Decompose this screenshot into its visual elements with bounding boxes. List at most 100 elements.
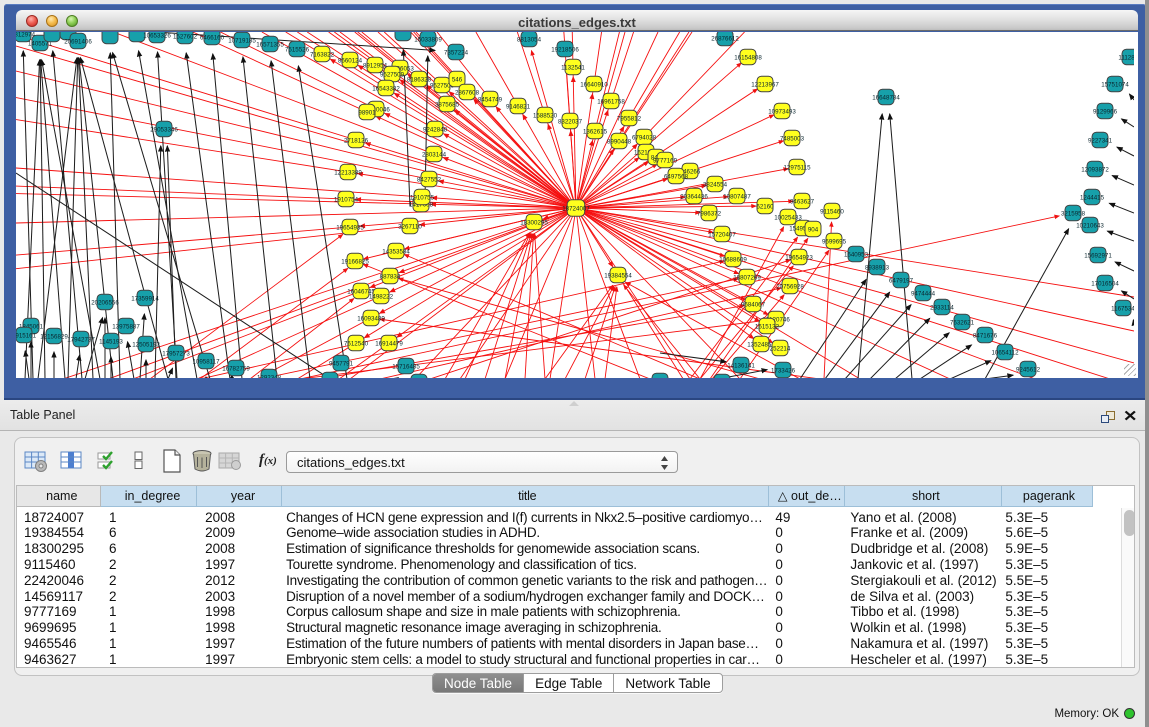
svg-text:98901: 98901 [358, 109, 376, 116]
svg-text:1498222: 1498222 [369, 293, 394, 300]
svg-text:6497568: 6497568 [664, 173, 689, 180]
svg-text:20364436: 20364436 [680, 193, 708, 200]
svg-text:6794028: 6794028 [632, 134, 657, 141]
svg-text:3215958: 3215958 [1061, 210, 1086, 217]
svg-text:7632621: 7632621 [950, 319, 975, 326]
svg-text:20206556: 20206556 [91, 299, 119, 306]
svg-text:17016504: 17016504 [1091, 280, 1119, 287]
svg-text:9129966: 9129966 [1093, 108, 1118, 115]
svg-text:2718126: 2718126 [344, 137, 369, 144]
svg-text:8813054: 8813054 [517, 36, 542, 43]
svg-text:9227341: 9227341 [1088, 137, 1113, 144]
svg-text:887834: 887834 [380, 273, 401, 280]
svg-text:19218506: 19218506 [551, 46, 579, 53]
svg-text:3267110: 3267110 [398, 223, 422, 230]
svg-text:14353584: 14353584 [382, 248, 410, 255]
svg-text:9146821: 9146821 [506, 103, 531, 110]
svg-text:7612540: 7612540 [344, 340, 369, 347]
svg-text:20691406: 20691406 [64, 38, 92, 45]
svg-text:2803144: 2803144 [422, 151, 447, 158]
svg-text:10973493: 10973493 [768, 108, 796, 115]
svg-text:17942737: 17942737 [67, 336, 95, 343]
svg-text:26876612: 26876612 [711, 35, 739, 42]
svg-text:9474444: 9474444 [911, 290, 936, 297]
svg-text:9777169: 9777169 [653, 157, 678, 164]
svg-text:16543382: 16543382 [372, 85, 400, 92]
svg-text:1362615: 1362615 [583, 128, 608, 135]
svg-text:7357224: 7357224 [444, 49, 469, 56]
svg-text:9457791: 9457791 [329, 360, 354, 367]
svg-text:20756928: 20756928 [776, 283, 804, 290]
svg-text:1527602: 1527602 [173, 33, 198, 40]
svg-text:10653326: 10653326 [143, 32, 171, 39]
svg-text:1112854: 1112854 [1118, 54, 1134, 61]
svg-text:904: 904 [808, 226, 819, 233]
svg-text:12505193: 12505193 [132, 341, 160, 348]
svg-text:8471676: 8471676 [973, 332, 998, 339]
svg-text:29053346: 29053346 [150, 126, 178, 133]
svg-text:17359914: 17359914 [131, 295, 159, 302]
svg-text:19654923: 19654923 [785, 254, 813, 261]
svg-text:10958117: 10958117 [192, 358, 220, 365]
svg-text:10654112: 10654112 [991, 349, 1019, 356]
svg-text:18300295: 18300295 [520, 219, 548, 226]
svg-text:15716485: 15716485 [392, 363, 420, 370]
svg-text:7986372: 7986372 [697, 210, 722, 217]
svg-text:10210643: 10210643 [1076, 222, 1104, 229]
svg-text:1615132: 1615132 [755, 323, 780, 330]
svg-text:1910755: 1910755 [410, 194, 435, 201]
svg-text:17957273: 17957273 [162, 350, 190, 357]
svg-text:12156829: 12156829 [40, 333, 68, 340]
svg-text:12213967: 12213967 [751, 81, 779, 88]
svg-text:3915161: 3915161 [16, 332, 37, 339]
svg-text:10688609: 10688609 [719, 256, 747, 263]
svg-text:8938913: 8938913 [865, 264, 890, 271]
svg-text:1910754: 1910754 [334, 196, 359, 203]
svg-text:1244415: 1244415 [1080, 194, 1105, 201]
svg-text:3875685: 3875685 [435, 101, 460, 108]
svg-text:1167534: 1167534 [1111, 305, 1134, 312]
svg-text:16648784: 16648784 [872, 94, 900, 101]
svg-text:8912954: 8912954 [363, 62, 388, 69]
svg-text:12975115: 12975115 [783, 164, 811, 171]
svg-text:9699695: 9699695 [822, 238, 847, 245]
svg-text:9527509: 9527509 [380, 71, 405, 78]
svg-text:9463627: 9463627 [790, 198, 815, 205]
svg-text:6479197: 6479197 [889, 277, 914, 284]
svg-text:7485003: 7485003 [780, 135, 805, 142]
svg-text:7955812: 7955812 [617, 115, 642, 122]
svg-text:252214: 252214 [770, 345, 791, 352]
svg-text:7515526: 7515526 [285, 46, 310, 53]
svg-text:10807487: 10807487 [723, 193, 751, 200]
svg-text:9245612: 9245612 [1016, 366, 1041, 373]
svg-text:2933114: 2933114 [930, 304, 954, 311]
svg-text:1145193: 1145193 [99, 338, 123, 345]
svg-text:19166825: 19166825 [341, 258, 369, 265]
svg-text:15720407: 15720407 [708, 231, 736, 238]
svg-text:7163822: 7163822 [310, 51, 335, 58]
svg-text:3824554: 3824554 [703, 181, 728, 188]
svg-text:1132541: 1132541 [561, 64, 585, 71]
svg-text:1588520: 1588520 [533, 112, 558, 119]
svg-text:16640910: 16640910 [580, 81, 608, 88]
svg-text:1733426: 1733426 [771, 367, 796, 374]
svg-text:9242848: 9242848 [423, 126, 448, 133]
svg-text:13975887: 13975887 [112, 323, 140, 330]
svg-text:12213389: 12213389 [334, 169, 362, 176]
svg-text:8454749: 8454749 [478, 96, 503, 103]
svg-text:16914479: 16914479 [375, 340, 403, 347]
svg-text:9115460: 9115460 [820, 208, 844, 215]
svg-text:8660124: 8660124 [338, 57, 363, 64]
svg-text:6466160: 6466160 [200, 34, 225, 41]
svg-text:19654935: 19654935 [336, 224, 364, 231]
svg-text:10719185: 10719185 [228, 37, 256, 44]
svg-text:18807269: 18807269 [733, 274, 761, 281]
svg-text:15751074: 15751074 [1101, 81, 1129, 88]
svg-text:8322037: 8322037 [558, 118, 583, 125]
svg-text:62160: 62160 [756, 203, 774, 210]
svg-text:8186328: 8186328 [407, 76, 432, 83]
svg-text:1640953: 1640953 [844, 251, 869, 258]
svg-text:16571355: 16571355 [256, 41, 284, 48]
svg-text:8990448: 8990448 [607, 138, 632, 145]
svg-text:15692971: 15692971 [1084, 252, 1112, 259]
